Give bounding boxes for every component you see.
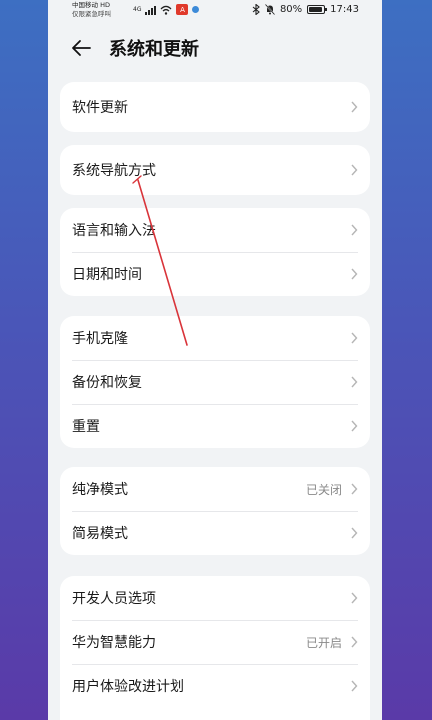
chevron-right-icon xyxy=(351,527,358,539)
settings-item-simple-mode[interactable]: 简易模式 xyxy=(60,511,370,555)
clock: 17:43 xyxy=(330,4,359,15)
chevron-right-icon xyxy=(351,483,358,495)
settings-group-navigation: 系统导航方式 xyxy=(60,145,370,195)
back-arrow-icon[interactable] xyxy=(70,37,92,59)
wifi-icon xyxy=(161,5,172,15)
settings-item-label: 系统导航方式 xyxy=(72,163,156,179)
signal-strength-icon xyxy=(145,5,157,15)
page-title: 系统和更新 xyxy=(109,39,199,60)
chevron-right-icon xyxy=(351,592,358,604)
chevron-right-icon xyxy=(351,224,358,236)
page-header: 系统和更新 xyxy=(48,28,382,68)
settings-item-software-update[interactable]: 软件更新 xyxy=(60,82,370,132)
chevron-right-icon xyxy=(351,420,358,432)
settings-item-system-navigation[interactable]: 系统导航方式 xyxy=(60,145,370,195)
settings-item-label: 软件更新 xyxy=(72,100,128,116)
chevron-right-icon xyxy=(351,376,358,388)
settings-item-developer-options[interactable]: 开发人员选项 xyxy=(60,576,370,620)
settings-item-huawei-smart[interactable]: 华为智慧能力 已开启 xyxy=(60,620,370,664)
settings-group-modes: 纯净模式 已关闭 简易模式 xyxy=(60,467,370,555)
settings-group-developer: 开发人员选项 华为智慧能力 已开启 用户体验改进计划 xyxy=(60,576,370,720)
chevron-right-icon xyxy=(351,680,358,692)
settings-item-label: 纯净模式 xyxy=(72,482,128,498)
settings-item-language-input[interactable]: 语言和输入法 xyxy=(60,208,370,252)
carrier-name: 中国移动 HD xyxy=(72,1,110,9)
status-right: 80% 17:43 xyxy=(252,4,359,15)
settings-item-label: 开发人员选项 xyxy=(72,591,156,607)
settings-item-backup-restore[interactable]: 备份和恢复 xyxy=(60,360,370,404)
app-notification-icon: A xyxy=(176,4,189,15)
notification-dot-icon xyxy=(192,6,200,13)
settings-item-label: 重置 xyxy=(72,419,100,435)
settings-group-update: 软件更新 xyxy=(60,82,370,132)
phone-screen: 中国移动 HD 仅限紧急呼叫 4G A 80% 17:43 系统和更新 软件更新… xyxy=(48,0,382,720)
battery-icon xyxy=(307,5,328,14)
chevron-right-icon xyxy=(351,332,358,344)
settings-item-label: 日期和时间 xyxy=(72,267,142,283)
chevron-right-icon xyxy=(351,636,358,648)
settings-item-label: 备份和恢复 xyxy=(72,375,142,391)
network-type: 4G xyxy=(133,6,142,13)
settings-item-label: 华为智慧能力 xyxy=(72,635,156,651)
settings-item-phone-clone[interactable]: 手机克隆 xyxy=(60,316,370,360)
chevron-right-icon xyxy=(351,101,358,113)
settings-item-label: 用户体验改进计划 xyxy=(72,679,184,695)
settings-item-label: 手机克隆 xyxy=(72,331,128,347)
chevron-right-icon xyxy=(351,164,358,176)
settings-item-reset[interactable]: 重置 xyxy=(60,404,370,448)
settings-group-language-time: 语言和输入法 日期和时间 xyxy=(60,208,370,296)
chevron-right-icon xyxy=(351,268,358,280)
settings-group-backup: 手机克隆 备份和恢复 重置 xyxy=(60,316,370,448)
settings-item-status: 已关闭 xyxy=(305,482,342,497)
settings-item-user-experience[interactable]: 用户体验改进计划 xyxy=(60,664,370,708)
carrier-status: 仅限紧急呼叫 xyxy=(72,10,111,18)
settings-item-date-time[interactable]: 日期和时间 xyxy=(60,252,370,296)
signal-icons: 4G A xyxy=(133,4,200,15)
battery-percent: 80% xyxy=(279,4,303,15)
settings-item-label: 语言和输入法 xyxy=(72,223,156,239)
settings-item-status: 已开启 xyxy=(305,635,342,650)
status-bar: 中国移动 HD 仅限紧急呼叫 4G A 80% 17:43 xyxy=(48,0,382,22)
bluetooth-icon xyxy=(252,4,260,15)
carrier-info: 中国移动 HD 仅限紧急呼叫 xyxy=(72,1,111,19)
settings-item-pure-mode[interactable]: 纯净模式 已关闭 xyxy=(60,467,370,511)
settings-item-label: 简易模式 xyxy=(72,526,128,542)
mute-bell-icon xyxy=(264,4,275,15)
